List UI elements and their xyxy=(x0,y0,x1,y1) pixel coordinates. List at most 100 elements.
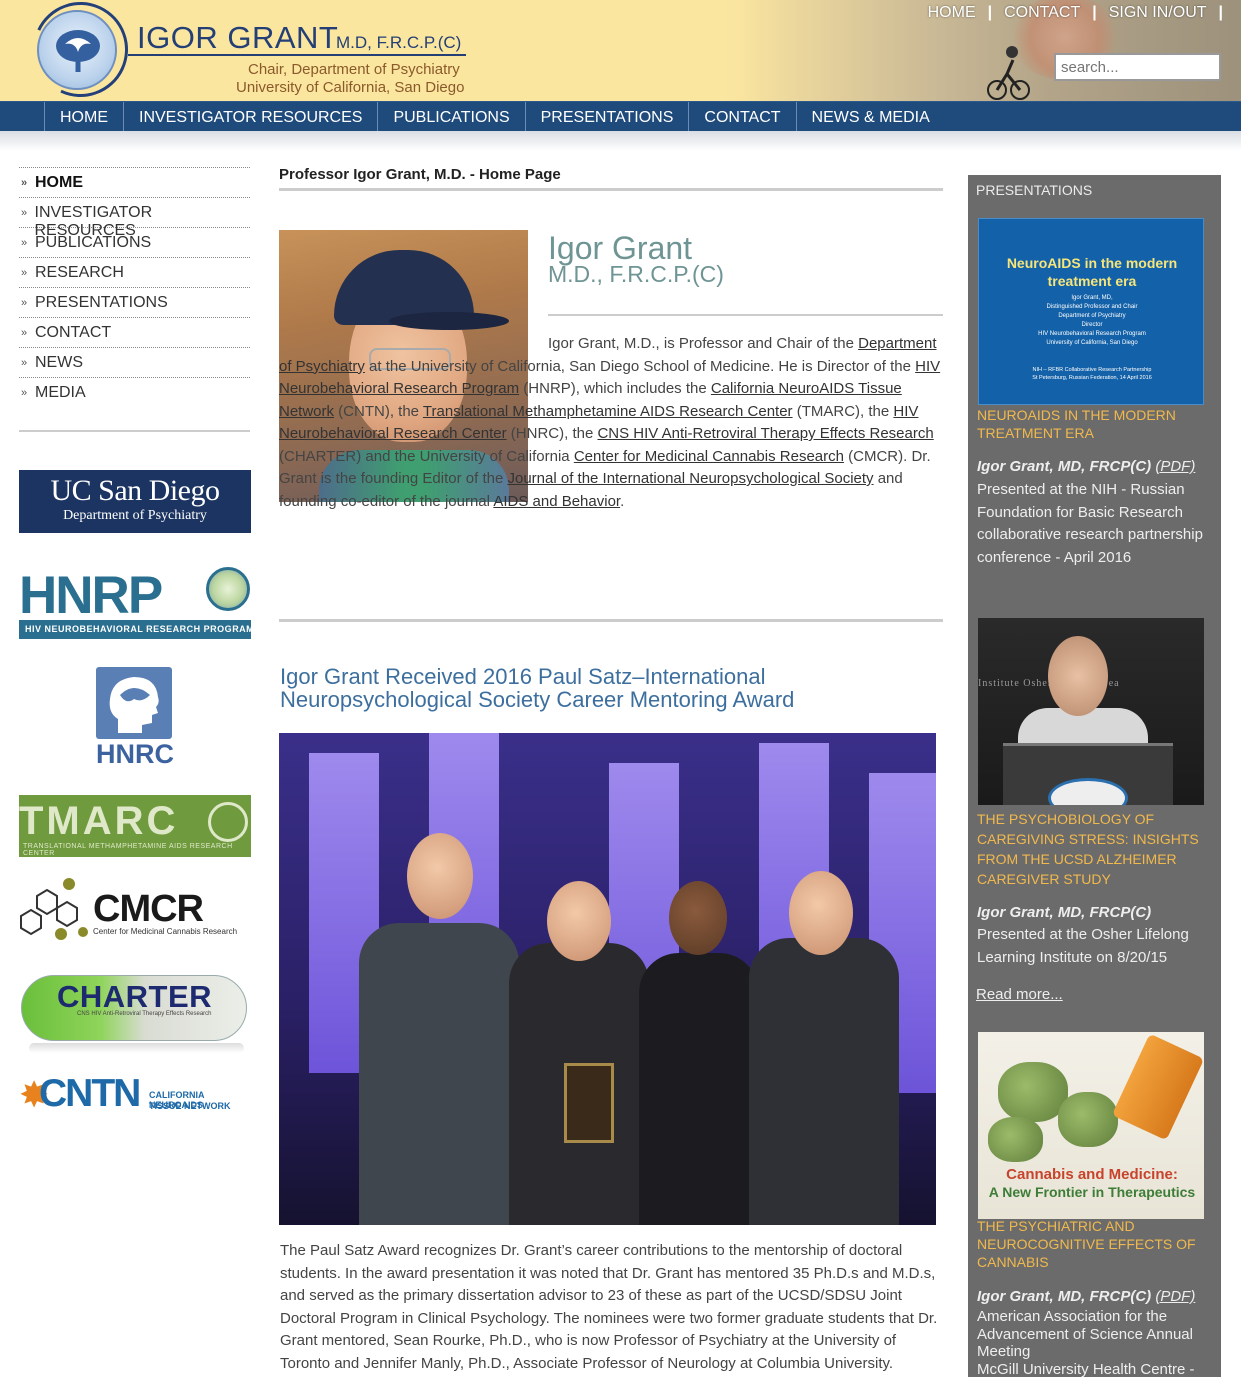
cntn-logo[interactable]: ✸ CNTN CALIFORNIA NEUROAIDS TISSUE NETWO… xyxy=(19,1072,251,1117)
bio-link[interactable]: Center for Medicinal Cannabis Research xyxy=(574,448,844,465)
nav-item-news-media[interactable]: NEWS & MEDIA xyxy=(795,102,945,132)
nav-shadow xyxy=(0,131,1241,151)
profile-credentials: M.D., F.R.C.P.(C) xyxy=(548,261,724,287)
speaker-head xyxy=(1048,636,1108,716)
person-4 xyxy=(749,938,899,1225)
ucsd-psychiatry-logo[interactable]: UC San Diego Department of Psychiatry xyxy=(19,470,251,533)
pdf-link[interactable]: (PDF) xyxy=(1155,458,1195,475)
bio-text-segment: (CNTN), the xyxy=(334,402,423,420)
author-name: Igor Grant, MD, FRCP(C) xyxy=(977,1288,1152,1305)
ucsd-logo-title: UC San Diego xyxy=(50,474,221,507)
top-link-home[interactable]: HOME xyxy=(916,4,988,22)
presentation-title[interactable]: THE PSYCHOBIOLOGY OF CAREGIVING STRESS: … xyxy=(977,809,1213,889)
molecule-icon xyxy=(20,878,88,940)
cmcr-logo[interactable]: CMCR Center for Medicinal Cannabis Resea… xyxy=(19,876,251,946)
hnrp-logo-subtitle: HIV NEUROBEHAVIORAL RESEARCH PROGRAM xyxy=(19,620,254,639)
nav-item-investigator-resources[interactable]: INVESTIGATOR RESOURCES xyxy=(123,102,377,132)
sidebar-item-label: NEWS xyxy=(35,354,83,371)
sidebar-item-home[interactable]: » HOME xyxy=(19,167,250,197)
top-link-contact[interactable]: CONTACT xyxy=(992,4,1092,22)
sidebar-item-research[interactable]: » RESEARCH xyxy=(19,257,250,287)
head-brain-icon xyxy=(96,667,172,739)
hnrp-logo[interactable]: HNRP HIV NEUROBEHAVIORAL RESEARCH PROGRA… xyxy=(19,565,254,640)
presentation-description: American Association for the Advancement… xyxy=(977,1308,1195,1377)
charter-logo[interactable]: CHARTER CNS HIV Anti-Retroviral Therapy … xyxy=(19,973,251,1055)
thumbnail-subtitle: A New Frontier in Therapeutics xyxy=(988,1184,1196,1200)
sidebar-item-label: INVESTIGATOR RESOURCES xyxy=(34,204,153,239)
ucsd-logo-subtitle: Department of Psychiatry xyxy=(63,508,207,523)
nav-item-contact[interactable]: CONTACT xyxy=(688,102,795,132)
bio-text-segment: (TMARC), the xyxy=(792,402,894,420)
top-link-separator: | xyxy=(1218,4,1223,21)
presentation-title[interactable]: THE PSYCHIATRIC AND NEUROCOGNITIVE EFFEC… xyxy=(977,1217,1213,1271)
chevron-right-icon: » xyxy=(21,177,28,189)
cyclist-image xyxy=(987,46,1030,100)
hnrp-logo-title: HNRP xyxy=(19,566,163,625)
hnrc-logo-title: HNRC xyxy=(96,739,174,769)
tmarc-logo[interactable]: TMARC TRANSLATIONAL METHAMPHETAMINE AIDS… xyxy=(19,795,251,857)
cannabis-bud xyxy=(1058,1092,1118,1147)
bio-text-segment: (HNRC), the xyxy=(506,425,598,442)
presentation-thumbnail[interactable]: NeuroAIDS in the modern treatment era Ig… xyxy=(978,218,1204,405)
tmarc-logo-subtitle: TRANSLATIONAL METHAMPHETAMINE AIDS RESEA… xyxy=(23,843,233,857)
search-input[interactable] xyxy=(1054,53,1221,81)
chevron-right-icon: » xyxy=(21,297,28,309)
person-1 xyxy=(359,923,519,1225)
bio-link[interactable]: CNS HIV Anti-Retroviral Therapy Effects … xyxy=(597,425,933,442)
sidebar-item-label: HOME xyxy=(35,174,83,191)
nav-item-home[interactable]: HOME xyxy=(44,102,123,132)
award-plaque xyxy=(564,1063,614,1143)
bio-text-segment: at the University of California, San Die… xyxy=(364,357,916,375)
page-title: Professor Igor Grant, M.D. - Home Page xyxy=(279,166,943,191)
sidebar-item-contact[interactable]: » CONTACT xyxy=(19,317,250,347)
site-brand-credentials: M.D, F.R.C.P.(C) xyxy=(336,33,462,52)
brain-logo-icon[interactable] xyxy=(37,10,117,90)
presentation-title[interactable]: NEUROAIDS IN THE MODERN TREATMENT ERA xyxy=(977,406,1213,442)
award-text: The Paul Satz Award recognizes Dr. Grant… xyxy=(280,1242,938,1372)
bio-text-segment: Igor Grant, M.D., is Professor and Chair… xyxy=(548,335,859,352)
sidebar-item-presentations[interactable]: » PRESENTATIONS xyxy=(19,287,250,317)
bio-link[interactable]: Translational Methamphetamine AIDS Resea… xyxy=(423,403,793,420)
site-brand-name[interactable]: IGOR GRANT xyxy=(137,20,338,56)
person-3 xyxy=(639,953,759,1225)
person-2-head xyxy=(547,881,611,961)
presentation-author: Igor Grant, MD, FRCP(C) xyxy=(977,904,1152,921)
bio-text-segment: (CHARTER) and the University of Californ… xyxy=(279,447,574,465)
site-subtitle-chair: Chair, Department of Psychiatry xyxy=(248,61,460,78)
award-heading[interactable]: Igor Grant Received 2016 Paul Satz–Inter… xyxy=(280,665,920,711)
nav-item-publications[interactable]: PUBLICATIONS xyxy=(377,102,524,132)
author-name: Igor Grant, MD, FRCP(C) xyxy=(977,458,1152,475)
profile-divider xyxy=(548,314,943,316)
brand-divider xyxy=(128,54,466,56)
globe-icon xyxy=(206,567,250,611)
cmcr-logo-subtitle: Center for Medicinal Cannabis Research xyxy=(93,927,238,936)
hnrc-logo[interactable]: HNRC xyxy=(19,665,251,769)
sidebar-item-label: PUBLICATIONS xyxy=(35,234,152,251)
pdf-link[interactable]: (PDF) xyxy=(1155,1288,1195,1305)
bio-link[interactable]: AIDS and Behavior xyxy=(493,493,620,510)
section-divider xyxy=(279,619,943,622)
presentation-author: Igor Grant, MD, FRCP(C) (PDF) xyxy=(977,458,1195,475)
chevron-right-icon: » xyxy=(21,327,28,339)
logo-reflection xyxy=(29,1043,244,1053)
bio-paragraph: Igor Grant, M.D., is Professor and Chair… xyxy=(279,333,945,513)
presentations-heading: PRESENTATIONS xyxy=(976,182,1093,198)
sidebar-item-news[interactable]: » NEWS xyxy=(19,347,250,377)
read-more-link[interactable]: Read more... xyxy=(976,986,1063,1003)
sidebar-item-label: PRESENTATIONS xyxy=(35,294,168,311)
presentation-thumbnail[interactable]: Institute Osher Lifelong Lea xyxy=(978,618,1204,805)
molecule-icon xyxy=(208,802,248,842)
presentation-thumbnail[interactable]: Cannabis and Medicine: A New Frontier in… xyxy=(978,1032,1204,1219)
sidebar-item-media[interactable]: » MEDIA xyxy=(19,377,250,407)
thumbnail-footer: NIH – RFBR Collaborative Research Partne… xyxy=(1032,367,1152,381)
award-ceremony-photo xyxy=(279,733,936,1225)
cannabis-bud xyxy=(988,1117,1043,1162)
thumbnail-presenter: Igor Grant, MD, Distinguished Professor … xyxy=(1038,295,1146,346)
nav-item-presentations[interactable]: PRESENTATIONS xyxy=(524,102,689,132)
bio-link[interactable]: Journal of the International Neuropsycho… xyxy=(507,470,873,487)
thumbnail-title: Cannabis and Medicine: xyxy=(1006,1166,1178,1183)
sidebar-item-investigator-resources[interactable]: » INVESTIGATOR RESOURCES xyxy=(19,197,250,239)
presentation-description: Presented at the NIH - Russian Foundatio… xyxy=(977,481,1203,566)
top-links: HOME | CONTACT | SIGN IN/OUT | xyxy=(916,4,1223,22)
top-link-sign-in-out[interactable]: SIGN IN/OUT xyxy=(1097,4,1219,22)
